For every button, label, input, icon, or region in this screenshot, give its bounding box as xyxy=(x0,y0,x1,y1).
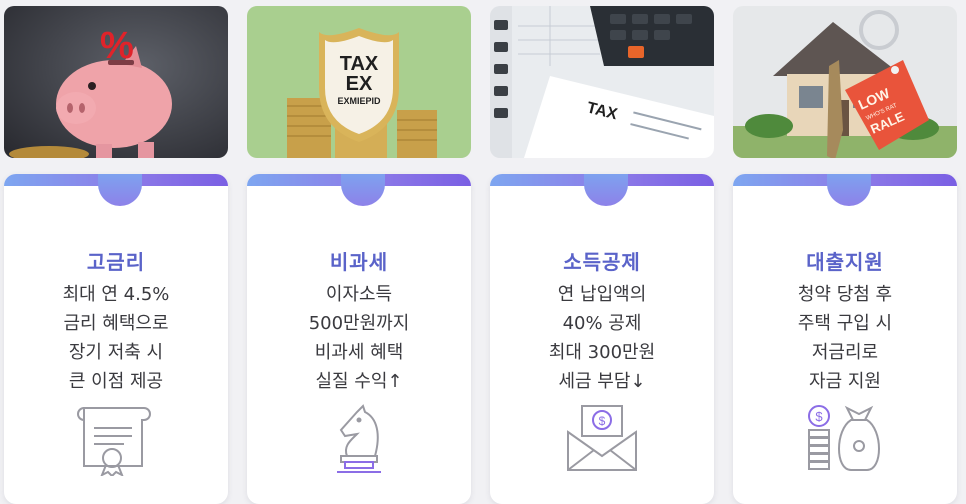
svg-text:$: $ xyxy=(815,409,823,424)
svg-text:%: % xyxy=(100,25,134,67)
photo-text: EX xyxy=(346,73,373,95)
photo-text: EXMIEPID xyxy=(337,96,381,106)
card-description: 연 납입액의 40% 공제 최대 300만원 세금 부담↓ xyxy=(490,280,714,396)
card-line: 금리 혜택으로 xyxy=(63,313,169,334)
card-line: 큰 이점 제공 xyxy=(68,371,164,392)
card-line: 이자소득 xyxy=(325,284,393,305)
card-title: 고금리 xyxy=(86,250,146,274)
feature-card-high-interest: 고금리 최대 연 4.5% 금리 혜택으로 장기 저축 시 큰 이점 제공 xyxy=(4,174,228,504)
money-envelope-icon: $ xyxy=(562,402,642,476)
card-title: 대출지원 xyxy=(806,250,884,274)
svg-text:$: $ xyxy=(599,414,606,428)
card-line: 최대 300만원 xyxy=(548,342,656,363)
tax-form-calculator-photo: TAX xyxy=(490,6,714,158)
card-line: 500만원까지 xyxy=(308,313,410,334)
feature-column-tax-free: TAX EX EXMIEPID 비과세 이자소득 500만원까지 비과세 혜택 … xyxy=(247,0,471,504)
card-line: 최대 연 4.5% xyxy=(62,284,170,305)
card-line: 비과세 혜택 xyxy=(314,342,404,363)
feature-card-tax-free: 비과세 이자소득 500만원까지 비과세 혜택 실질 수익↑ xyxy=(247,174,471,504)
feature-column-income-deduction: TAX 소득공제 연 납입액의 40% 공제 최대 300만원 세금 부담↓ $ xyxy=(490,0,714,504)
feature-card-loan-support: 대출지원 청약 당첨 후 주택 구입 시 저금리로 자금 지원 $ xyxy=(733,174,957,504)
feature-card-income-deduction: 소득공제 연 납입액의 40% 공제 최대 300만원 세금 부담↓ $ xyxy=(490,174,714,504)
card-tab-notch xyxy=(341,174,385,206)
card-description: 최대 연 4.5% 금리 혜택으로 장기 저축 시 큰 이점 제공 xyxy=(4,280,228,396)
tax-exempt-shield-photo: TAX EX EXMIEPID xyxy=(247,6,471,158)
card-tab-notch xyxy=(98,174,142,206)
card-title: 소득공제 xyxy=(563,250,641,274)
house-key-low-rate-tag-photo: LOW WHO'S RAT RALE xyxy=(733,6,957,158)
certificate-icon xyxy=(76,402,156,476)
chess-knight-icon xyxy=(319,402,399,476)
card-tab-notch xyxy=(827,174,871,206)
card-line: 자금 지원 xyxy=(809,371,881,392)
coins-money-bag-icon: $ xyxy=(805,402,885,476)
card-line: 40% 공제 xyxy=(562,313,642,334)
card-line: 저금리로 xyxy=(811,342,879,363)
card-line: 주택 구입 시 xyxy=(797,313,893,334)
card-line: 청약 당첨 후 xyxy=(797,284,893,305)
card-description: 이자소득 500만원까지 비과세 혜택 실질 수익↑ xyxy=(247,280,471,396)
card-line: 연 납입액의 xyxy=(557,284,647,305)
card-title: 비과세 xyxy=(329,250,389,274)
card-line: 실질 수익↑ xyxy=(315,371,403,392)
card-line: 세금 부담↓ xyxy=(558,371,646,392)
card-line: 장기 저축 시 xyxy=(68,342,164,363)
piggy-bank-percent-photo: % xyxy=(4,6,228,158)
card-tab-notch xyxy=(584,174,628,206)
feature-column-loan-support: LOW WHO'S RAT RALE 대출지원 청약 당첨 후 주택 구입 시 … xyxy=(733,0,957,504)
photo-text: TAX xyxy=(340,53,379,75)
card-description: 청약 당첨 후 주택 구입 시 저금리로 자금 지원 xyxy=(733,280,957,396)
feature-column-high-interest: % 고금리 최대 연 4.5% 금리 혜택으로 장기 저축 시 큰 이점 제공 xyxy=(4,0,228,504)
